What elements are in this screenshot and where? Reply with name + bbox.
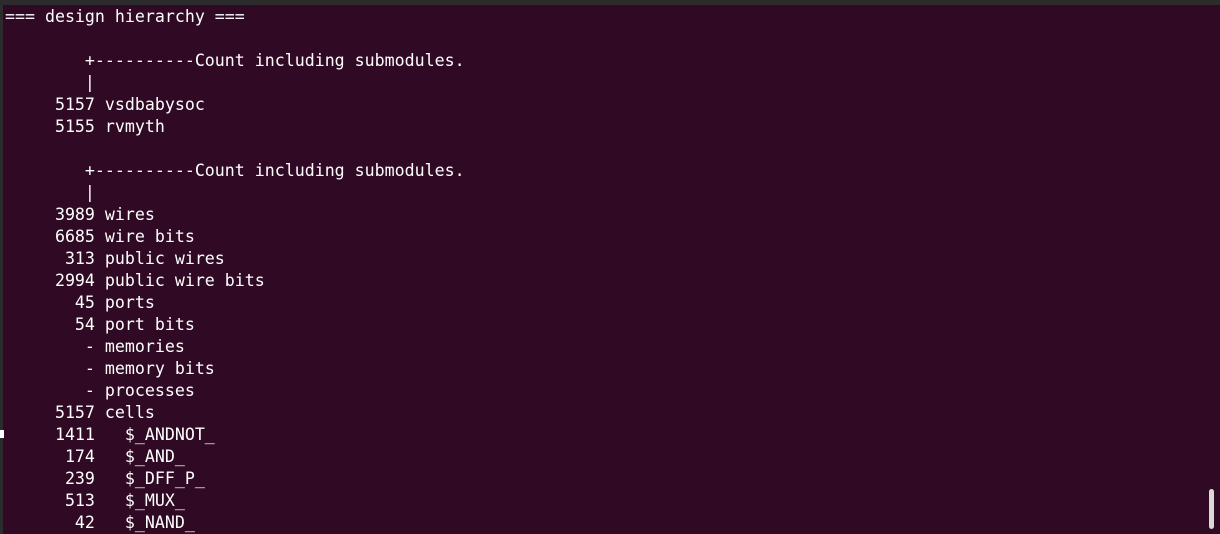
terminal-line: 2994 public wire bits: [5, 271, 265, 290]
text-cursor: [0, 430, 4, 438]
terminal-line: - processes: [5, 381, 195, 400]
terminal-line: 5155 rvmyth: [5, 117, 165, 136]
terminal-line: - memories: [5, 337, 185, 356]
terminal-line: === design hierarchy ===: [5, 7, 245, 26]
terminal-line: 239 $_DFF_P_: [5, 469, 205, 488]
terminal-line: 5157 cells: [5, 403, 155, 422]
terminal-window[interactable]: === design hierarchy === +----------Coun…: [0, 0, 1220, 534]
terminal-line: 45 ports: [5, 293, 155, 312]
terminal-line: - memory bits: [5, 359, 215, 378]
terminal-line: 3989 wires: [5, 205, 155, 224]
window-left-border: [0, 0, 3, 534]
terminal-line: 513 $_MUX_: [5, 491, 185, 510]
terminal-line: 42 $_NAND_: [5, 513, 195, 532]
terminal-line: 1411 $_ANDNOT_: [5, 425, 215, 444]
terminal-line: 54 port bits: [5, 315, 195, 334]
window-top-border: [0, 0, 1220, 5]
terminal-output[interactable]: === design hierarchy === +----------Coun…: [5, 6, 1200, 534]
terminal-line: +----------Count including submodules.: [5, 51, 465, 70]
terminal-line: 6685 wire bits: [5, 227, 195, 246]
terminal-line: +----------Count including submodules.: [5, 161, 465, 180]
terminal-line: 174 $_AND_: [5, 447, 185, 466]
terminal-line: 5157 vsdbabysoc: [5, 95, 205, 114]
vertical-scrollbar[interactable]: [1209, 489, 1214, 529]
terminal-line: |: [5, 183, 95, 202]
terminal-line: 313 public wires: [5, 249, 225, 268]
terminal-line: |: [5, 73, 95, 92]
